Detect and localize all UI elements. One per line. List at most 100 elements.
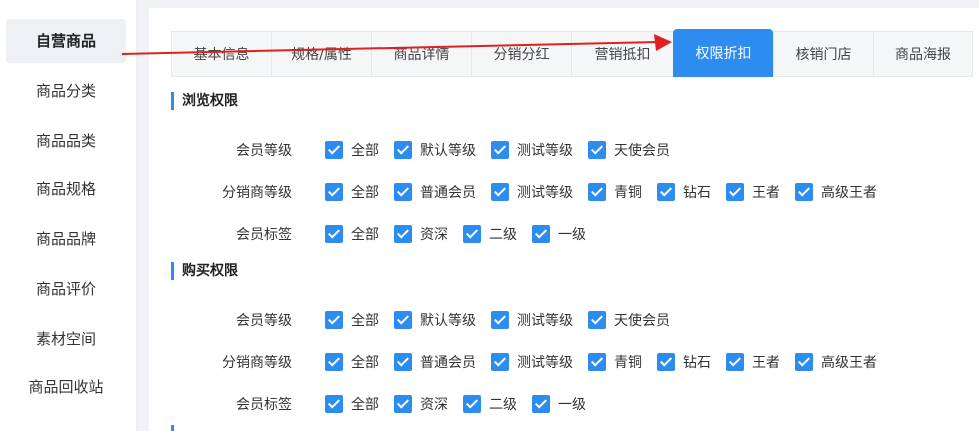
tab-basic-info[interactable]: 基本信息 <box>171 31 271 77</box>
purchase-member-level-label: 会员等级 <box>236 313 292 329</box>
sidebar-item-recycle-bin[interactable]: 商品回收站 <box>6 365 126 409</box>
browse-member-level-row: 会员等级 全部 默认等级 测试等级 天使会员 <box>171 139 685 161</box>
tab-bar: 基本信息 规格/属性 商品详情 分销分红 营销抵扣 权限折扣 核销门店 商品海报 <box>171 29 973 77</box>
checkbox-option[interactable]: 普通会员 <box>394 182 476 202</box>
option-label: 全部 <box>351 355 379 371</box>
sidebar-item-self-goods[interactable]: 自营商品 <box>6 19 126 63</box>
option-label: 测试等级 <box>517 143 573 159</box>
sidebar-item-goods-type[interactable]: 商品品类 <box>6 119 126 163</box>
option-label: 王者 <box>752 355 780 371</box>
tab-marketing-deduct[interactable]: 营销抵扣 <box>571 31 673 77</box>
sidebar-item-media-space[interactable]: 素材空间 <box>6 317 126 361</box>
checkbox-option[interactable]: 测试等级 <box>491 310 573 330</box>
checkbox-checked-icon[interactable] <box>588 141 606 159</box>
option-label: 资深 <box>420 397 448 413</box>
sidebar-item-goods-spec[interactable]: 商品规格 <box>6 167 126 211</box>
sidebar-item-goods-brand[interactable]: 商品品牌 <box>6 217 126 261</box>
checkbox-checked-icon[interactable] <box>491 353 509 371</box>
checkbox-checked-icon[interactable] <box>325 225 343 243</box>
checkbox-option[interactable]: 青铜 <box>588 182 642 202</box>
checkbox-option[interactable]: 二级 <box>463 224 517 244</box>
checkbox-option[interactable]: 二级 <box>463 394 517 414</box>
purchase-distributor-level-label: 分销商等级 <box>222 355 292 371</box>
sidebar-item-goods-category[interactable]: 商品分类 <box>6 69 126 113</box>
checkbox-option[interactable]: 全部 <box>325 394 379 414</box>
checkbox-option[interactable]: 一级 <box>532 224 586 244</box>
checkbox-checked-icon[interactable] <box>394 141 412 159</box>
tab-permission-discount[interactable]: 权限折扣 <box>673 29 773 77</box>
checkbox-checked-icon[interactable] <box>394 311 412 329</box>
option-label: 全部 <box>351 397 379 413</box>
browse-member-level-label: 会员等级 <box>236 143 292 159</box>
checkbox-checked-icon[interactable] <box>325 141 343 159</box>
checkbox-checked-icon[interactable] <box>657 183 675 201</box>
checkbox-checked-icon[interactable] <box>491 311 509 329</box>
browse-distributor-level-row: 分销商等级 全部 普通会员 测试等级 青铜 钻石 王者 高级王者 <box>171 181 892 203</box>
checkbox-option[interactable]: 高级王者 <box>795 182 877 202</box>
option-label: 王者 <box>752 185 780 201</box>
sidebar-item-goods-review[interactable]: 商品评价 <box>6 267 126 311</box>
checkbox-option[interactable]: 全部 <box>325 140 379 160</box>
option-label: 高级王者 <box>821 355 877 371</box>
checkbox-checked-icon[interactable] <box>463 225 481 243</box>
checkbox-option[interactable]: 青铜 <box>588 352 642 372</box>
checkbox-option[interactable]: 王者 <box>726 352 780 372</box>
checkbox-option[interactable]: 全部 <box>325 224 379 244</box>
checkbox-checked-icon[interactable] <box>325 183 343 201</box>
checkbox-checked-icon[interactable] <box>463 395 481 413</box>
purchase-member-level-row: 会员等级 全部 默认等级 测试等级 天使会员 <box>171 309 685 331</box>
section-title-browse: 浏览权限 <box>171 92 238 110</box>
checkbox-checked-icon[interactable] <box>588 353 606 371</box>
checkbox-option[interactable]: 测试等级 <box>491 352 573 372</box>
tab-distribution[interactable]: 分销分红 <box>471 31 571 77</box>
checkbox-option[interactable]: 资深 <box>394 224 448 244</box>
tab-verify-store[interactable]: 核销门店 <box>773 31 873 77</box>
option-label: 全部 <box>351 227 379 243</box>
checkbox-option[interactable]: 普通会员 <box>394 352 476 372</box>
purchase-member-tag-label: 会员标签 <box>236 397 292 413</box>
tab-goods-poster[interactable]: 商品海报 <box>873 31 973 77</box>
checkbox-checked-icon[interactable] <box>588 311 606 329</box>
tab-spec-attr[interactable]: 规格/属性 <box>271 31 371 77</box>
option-label: 测试等级 <box>517 185 573 201</box>
checkbox-option[interactable]: 全部 <box>325 182 379 202</box>
checkbox-checked-icon[interactable] <box>325 311 343 329</box>
checkbox-checked-icon[interactable] <box>726 183 744 201</box>
checkbox-checked-icon[interactable] <box>795 353 813 371</box>
checkbox-option[interactable]: 钻石 <box>657 182 711 202</box>
checkbox-option[interactable]: 测试等级 <box>491 140 573 160</box>
checkbox-option[interactable]: 测试等级 <box>491 182 573 202</box>
checkbox-checked-icon[interactable] <box>657 353 675 371</box>
checkbox-checked-icon[interactable] <box>532 395 550 413</box>
option-label: 钻石 <box>683 355 711 371</box>
option-label: 天使会员 <box>614 143 670 159</box>
checkbox-checked-icon[interactable] <box>532 225 550 243</box>
checkbox-option[interactable]: 资深 <box>394 394 448 414</box>
checkbox-option[interactable]: 全部 <box>325 310 379 330</box>
checkbox-checked-icon[interactable] <box>588 183 606 201</box>
checkbox-checked-icon[interactable] <box>394 183 412 201</box>
option-label: 测试等级 <box>517 313 573 329</box>
checkbox-checked-icon[interactable] <box>491 183 509 201</box>
checkbox-option[interactable]: 一级 <box>532 394 586 414</box>
checkbox-checked-icon[interactable] <box>394 395 412 413</box>
checkbox-option[interactable]: 天使会员 <box>588 310 670 330</box>
checkbox-checked-icon[interactable] <box>394 353 412 371</box>
tab-goods-detail[interactable]: 商品详情 <box>371 31 471 77</box>
checkbox-checked-icon[interactable] <box>491 141 509 159</box>
checkbox-checked-icon[interactable] <box>325 353 343 371</box>
checkbox-option[interactable]: 王者 <box>726 182 780 202</box>
checkbox-checked-icon[interactable] <box>726 353 744 371</box>
checkbox-checked-icon[interactable] <box>394 225 412 243</box>
option-label: 全部 <box>351 185 379 201</box>
checkbox-option[interactable]: 天使会员 <box>588 140 670 160</box>
option-label: 一级 <box>558 397 586 413</box>
checkbox-checked-icon[interactable] <box>325 395 343 413</box>
checkbox-option[interactable]: 默认等级 <box>394 140 476 160</box>
checkbox-checked-icon[interactable] <box>795 183 813 201</box>
option-label: 全部 <box>351 313 379 329</box>
checkbox-option[interactable]: 默认等级 <box>394 310 476 330</box>
checkbox-option[interactable]: 钻石 <box>657 352 711 372</box>
checkbox-option[interactable]: 高级王者 <box>795 352 877 372</box>
checkbox-option[interactable]: 全部 <box>325 352 379 372</box>
